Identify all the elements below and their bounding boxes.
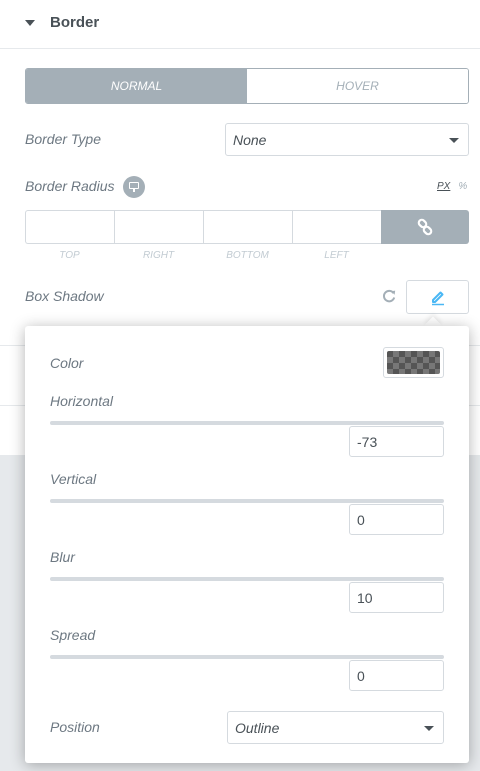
chevron-down-icon [449, 137, 459, 143]
vertical-input[interactable]: 0 [349, 504, 444, 535]
link-icon [417, 218, 433, 236]
horizontal-input[interactable]: -73 [349, 426, 444, 457]
caret-down-icon [25, 20, 35, 26]
blur-label: Blur [50, 549, 75, 565]
dimension-input-top[interactable] [25, 210, 114, 244]
dimension-label-bottom: BOTTOM [226, 250, 269, 261]
vertical-label: Vertical [50, 471, 97, 487]
tab-normal[interactable]: NORMAL [26, 69, 247, 103]
unit-px[interactable]: PX [437, 181, 450, 192]
dimension-label-left: LEFT [324, 250, 349, 261]
dimension-labels: TOP RIGHT BOTTOM LEFT [25, 250, 381, 261]
border-type-value: None [233, 131, 267, 148]
position-value: Outline [235, 719, 280, 736]
horizontal-slider[interactable] [50, 421, 444, 425]
unit-percent[interactable]: % [458, 181, 467, 192]
dimension-input-left[interactable] [292, 210, 381, 244]
blur-input[interactable]: 10 [349, 582, 444, 613]
link-values-button[interactable] [381, 210, 469, 244]
chevron-down-icon [424, 725, 434, 731]
dimension-label-right: RIGHT [142, 250, 175, 261]
color-picker-swatch[interactable] [383, 347, 444, 378]
spread-input[interactable]: 0 [349, 660, 444, 691]
vertical-slider[interactable] [50, 499, 444, 503]
dimension-input-right[interactable] [114, 210, 203, 244]
section-header-border[interactable]: Border [0, 0, 480, 49]
unit-switcher: PX % [437, 181, 467, 192]
position-select[interactable]: Outline [227, 711, 444, 744]
border-type-select[interactable]: None [225, 123, 469, 156]
color-label: Color [50, 355, 84, 371]
pencil-icon [431, 291, 444, 306]
dimension-label-top: TOP [59, 250, 80, 261]
edit-box-shadow-button[interactable] [406, 280, 469, 314]
box-shadow-popover: Color Horizontal -73 Vertical 0 Blur 10 … [25, 326, 469, 763]
blur-slider[interactable] [50, 577, 444, 581]
horizontal-label: Horizontal [50, 393, 114, 409]
state-tabs: NORMAL HOVER [25, 68, 469, 104]
box-shadow-label: Box Shadow [25, 288, 104, 304]
section-title: Border [50, 14, 100, 31]
border-radius-dimensions [25, 210, 469, 244]
refresh-icon[interactable] [381, 288, 397, 304]
spread-slider[interactable] [50, 655, 444, 659]
dimension-input-bottom[interactable] [203, 210, 292, 244]
position-label: Position [50, 719, 100, 735]
border-radius-label: Border Radius [25, 178, 115, 194]
desktop-icon[interactable] [123, 176, 145, 198]
spread-label: Spread [50, 627, 96, 643]
border-type-label: Border Type [25, 131, 101, 147]
tab-hover[interactable]: HOVER [247, 69, 468, 103]
